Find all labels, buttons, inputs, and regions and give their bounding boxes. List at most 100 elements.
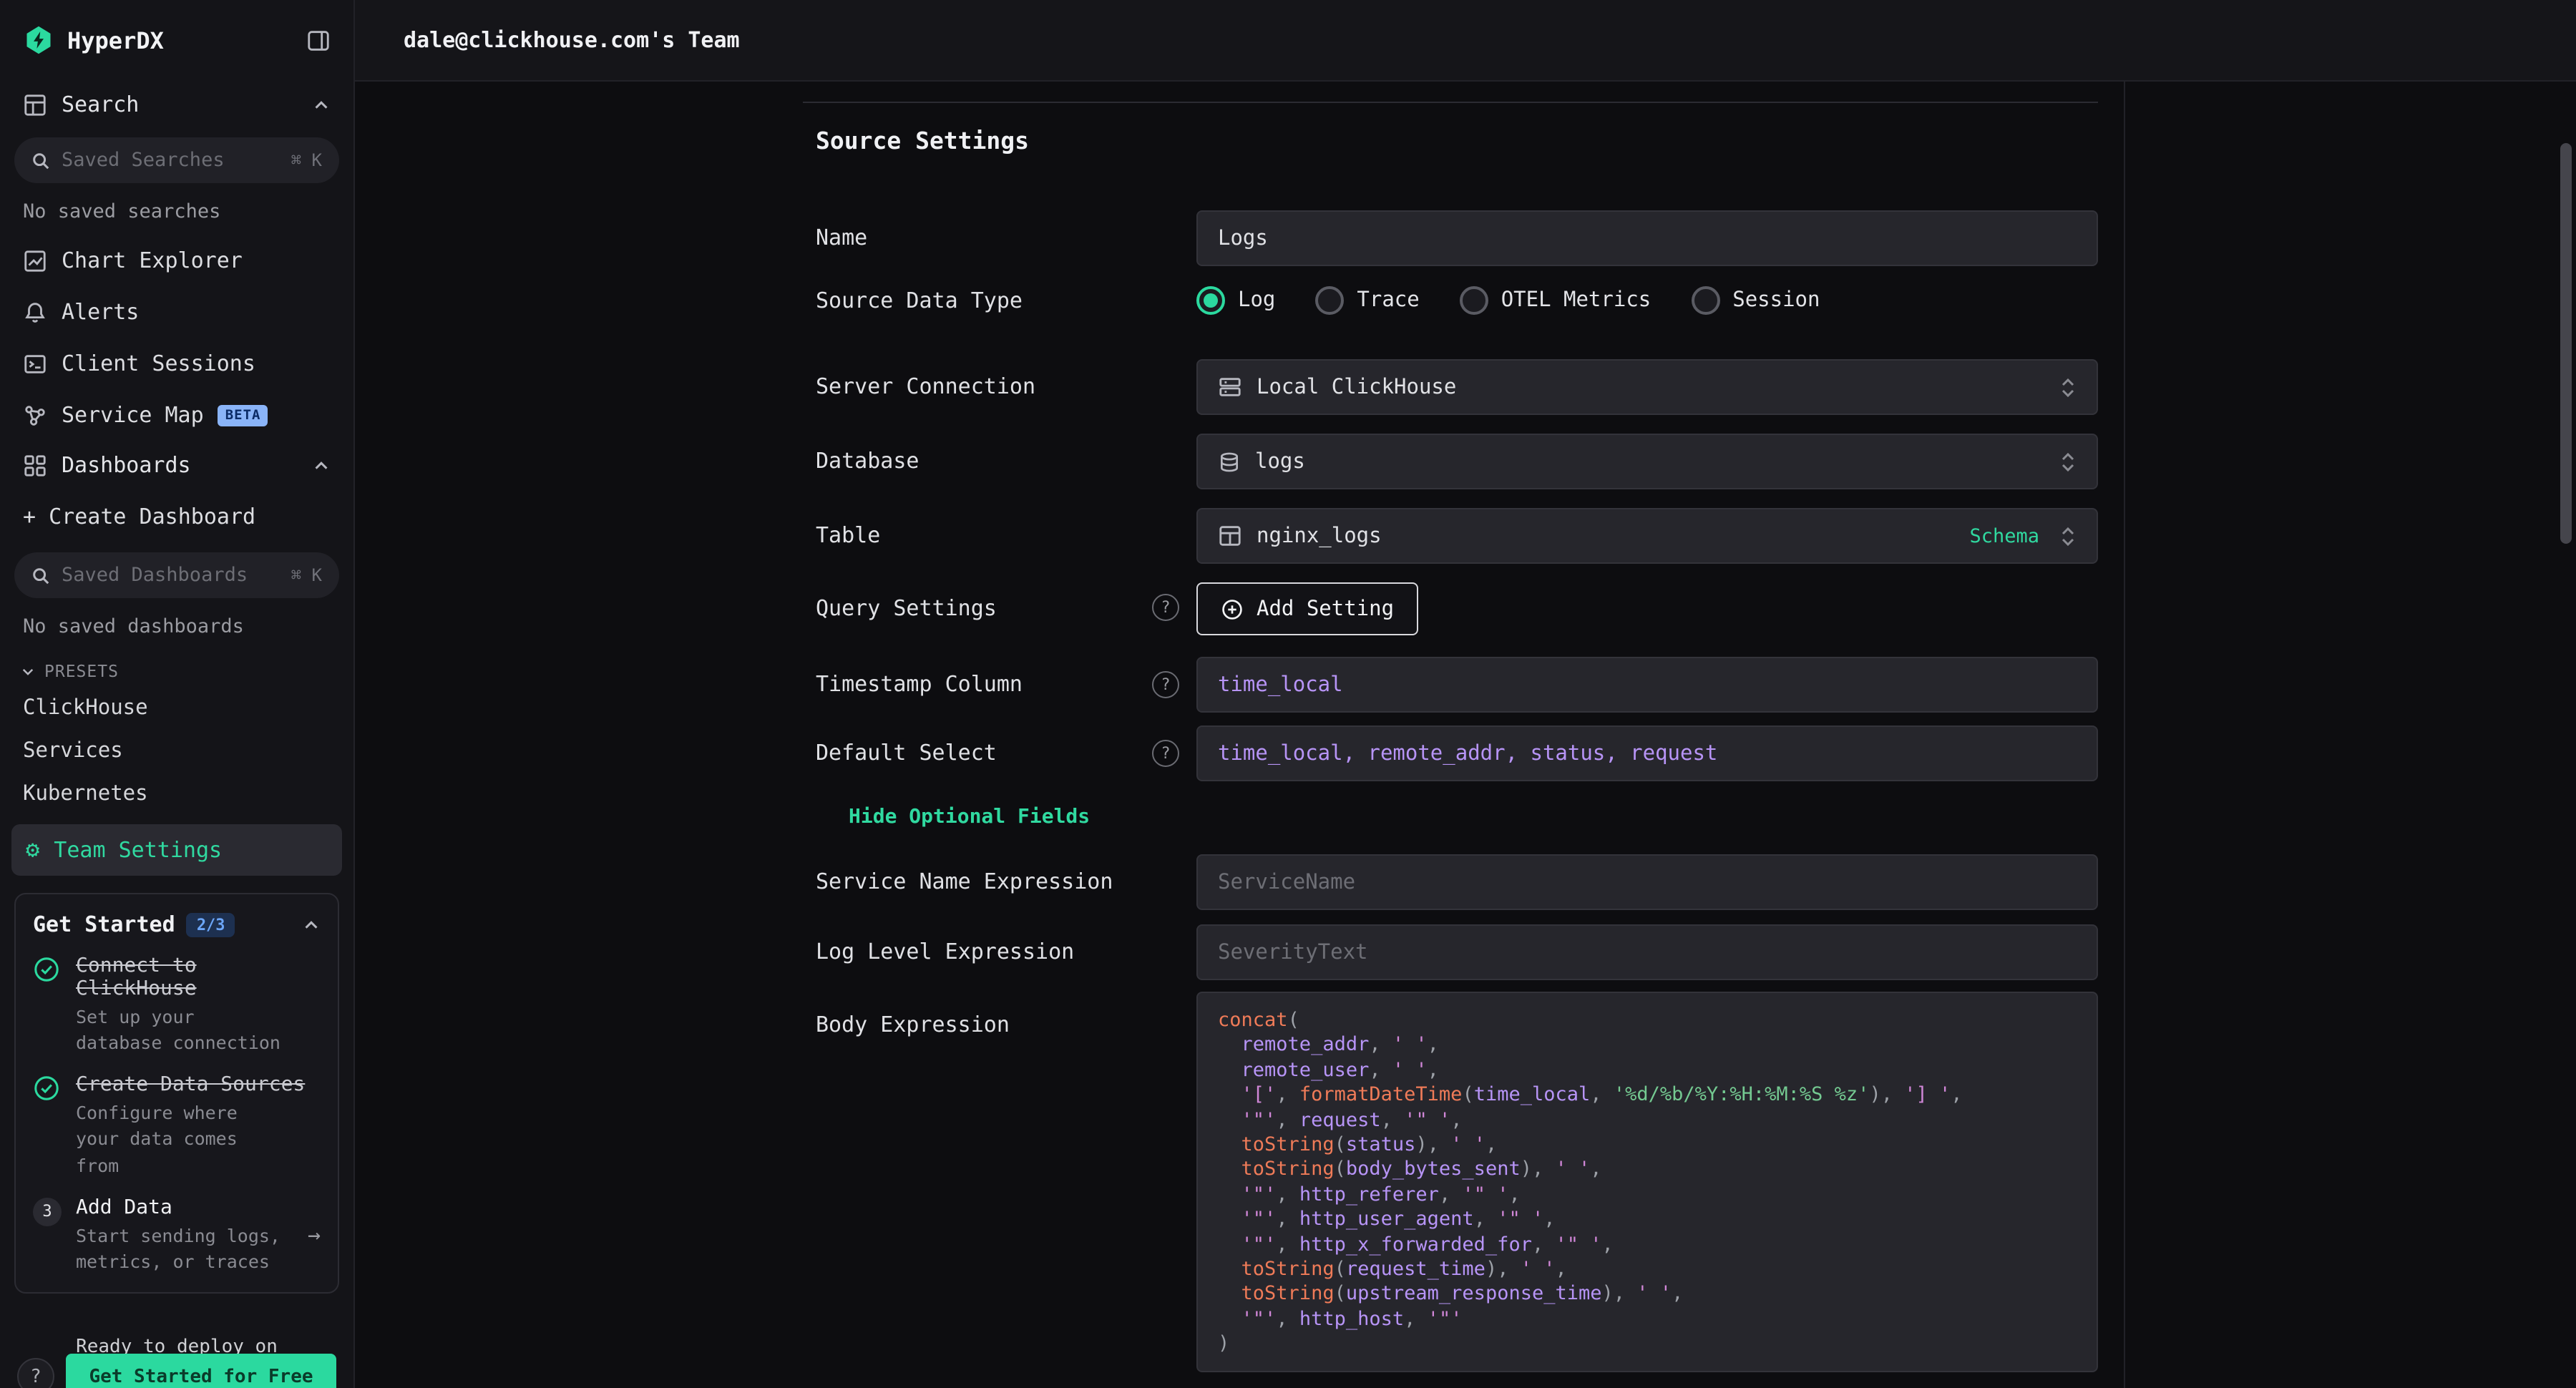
table-label: Table: [816, 522, 880, 548]
step-title: Add Data: [76, 1196, 293, 1218]
server-connection-row: Server Connection Local ClickHouse: [803, 359, 2098, 415]
chevron-up-icon[interactable]: [302, 915, 321, 934]
no-saved-searches-text: No saved searches: [0, 192, 353, 235]
server-connection-select[interactable]: Local ClickHouse: [1196, 359, 2098, 415]
step-desc: Set up your database connection: [76, 1005, 291, 1057]
sidebar-item-label: Alerts: [62, 299, 139, 325]
sidebar: HyperDX Search Saved Searches ⌘ K No sav…: [0, 0, 355, 1388]
section-divider: [803, 102, 2098, 103]
default-select-label: Default Select: [816, 740, 997, 766]
help-button[interactable]: ?: [17, 1358, 54, 1388]
radio-label: Session: [1732, 289, 1820, 312]
sidebar-item-client-sessions[interactable]: Client Sessions: [0, 338, 353, 389]
default-select-row: Default Select ?: [803, 725, 2098, 781]
magnifier-icon: [31, 151, 50, 170]
name-input[interactable]: [1218, 212, 2077, 265]
check-circle-icon: [33, 954, 62, 1057]
chevron-up-icon: [312, 95, 331, 114]
schema-link[interactable]: Schema: [1969, 524, 2039, 547]
brand-row: HyperDX: [0, 0, 353, 80]
saved-dashboards-button[interactable]: Saved Dashboards ⌘ K: [14, 552, 339, 598]
radio-log[interactable]: Log: [1196, 286, 1275, 315]
body-expression-label: Body Expression: [816, 1012, 1010, 1037]
preset-item-kubernetes[interactable]: Kubernetes: [0, 773, 353, 816]
server-connection-label: Server Connection: [816, 373, 1035, 399]
radio-otel-metrics[interactable]: OTEL Metrics: [1460, 286, 1652, 315]
magnifier-icon: [31, 566, 50, 585]
select-chevrons-icon: [2059, 524, 2077, 547]
sidebar-item-alerts[interactable]: Alerts: [0, 286, 353, 338]
server-icon: [1218, 375, 1242, 399]
radio-trace[interactable]: Trace: [1315, 286, 1419, 315]
get-started-card: Get Started 2/3 Connect to ClickHouse Se…: [14, 893, 339, 1294]
question-circle-icon[interactable]: ?: [1152, 671, 1179, 698]
radio-circle: [1460, 286, 1488, 315]
main-content: Source Settings Name Source Data Type Lo…: [355, 82, 2576, 1388]
source-data-type-label: Source Data Type: [816, 288, 1023, 313]
get-started-cta-button[interactable]: Get Started for Free: [66, 1354, 336, 1388]
radio-session[interactable]: Session: [1691, 286, 1820, 315]
radio-circle: [1315, 286, 1344, 315]
content-right-divider: [2124, 82, 2125, 1388]
radio-circle: [1196, 286, 1225, 315]
log-level-input[interactable]: [1218, 926, 2077, 979]
beta-badge: BETA: [218, 404, 268, 426]
saved-searches-button[interactable]: Saved Searches ⌘ K: [14, 137, 339, 183]
log-level-row: Log Level Expression: [803, 924, 2098, 980]
hide-optional-fields-link[interactable]: Hide Optional Fields: [849, 806, 1090, 829]
bell-icon: [23, 300, 47, 324]
body-expression-row: Body Expression concat( remote_addr, ' '…: [803, 992, 2098, 1372]
timestamp-input-wrap: [1196, 657, 2098, 713]
question-circle-icon[interactable]: ?: [1152, 740, 1179, 767]
name-row: Name: [803, 210, 2098, 266]
service-name-label: Service Name Expression: [816, 869, 1113, 894]
source-settings-form: Source Settings Name Source Data Type Lo…: [803, 82, 2098, 1388]
preset-item-clickhouse[interactable]: ClickHouse: [0, 687, 353, 730]
search-section-icon: [23, 92, 47, 117]
preset-item-services[interactable]: Services: [0, 730, 353, 773]
question-circle-icon[interactable]: ?: [1152, 594, 1179, 621]
create-dashboard-button[interactable]: + Create Dashboard: [0, 489, 353, 544]
name-label: Name: [816, 225, 867, 250]
database-select[interactable]: logs: [1196, 434, 2098, 489]
database-row: Database logs: [803, 434, 2098, 489]
plus-circle-icon: [1221, 597, 1244, 620]
get-started-step-1[interactable]: Connect to ClickHouse Set up your databa…: [33, 954, 321, 1057]
collapse-sidebar-icon[interactable]: [306, 28, 331, 52]
preset-label: Kubernetes: [23, 783, 148, 806]
presets-label: PRESETS: [44, 661, 119, 681]
gear-icon: ⚙: [26, 839, 39, 861]
get-started-step-2[interactable]: Create Data Sources Configure where your…: [33, 1074, 321, 1179]
sidebar-item-service-map[interactable]: Service Map BETA: [0, 389, 353, 441]
query-settings-label: Query Settings: [816, 595, 997, 621]
sidebar-item-label: Client Sessions: [62, 351, 255, 376]
sidebar-item-label: Chart Explorer: [62, 248, 243, 273]
query-settings-ctrl: Add Setting: [1196, 582, 2098, 635]
radio-label: OTEL Metrics: [1501, 289, 1652, 312]
scrollbar-thumb[interactable]: [2560, 143, 2572, 544]
presets-header[interactable]: PRESETS: [0, 650, 353, 687]
create-dashboard-label: + Create Dashboard: [23, 504, 255, 529]
service-name-row: Service Name Expression: [803, 854, 2098, 910]
sidebar-section-dashboards[interactable]: Dashboards: [0, 441, 353, 489]
timestamp-column-input[interactable]: [1218, 658, 2077, 711]
table-select[interactable]: nginx_logs Schema: [1196, 508, 2098, 564]
sidebar-section-search-label: Search: [62, 92, 298, 117]
database-icon: [1218, 450, 1241, 473]
query-settings-row: Query Settings ? Add Setting: [803, 582, 2098, 635]
database-value: logs: [1255, 450, 2045, 473]
source-data-type-options: Log Trace OTEL Metrics Session: [1196, 282, 2098, 319]
service-name-input[interactable]: [1218, 856, 2077, 909]
default-select-input[interactable]: [1218, 727, 2077, 780]
add-setting-button[interactable]: Add Setting: [1196, 582, 1418, 635]
get-started-step-3[interactable]: 3 Add Data Start sending logs, metrics, …: [33, 1196, 321, 1275]
sidebar-section-search[interactable]: Search: [0, 80, 353, 129]
sidebar-item-team-settings[interactable]: ⚙ Team Settings: [11, 824, 342, 876]
arrow-right-icon: →: [308, 1223, 321, 1248]
timestamp-column-row: Timestamp Column ?: [803, 657, 2098, 713]
radio-circle: [1691, 286, 1719, 315]
no-saved-dashboards-text: No saved dashboards: [0, 607, 353, 650]
body-expression-code[interactable]: concat( remote_addr, ' ', remote_user, '…: [1196, 992, 2098, 1372]
sidebar-item-chart-explorer[interactable]: Chart Explorer: [0, 235, 353, 286]
terminal-icon: [23, 351, 47, 376]
